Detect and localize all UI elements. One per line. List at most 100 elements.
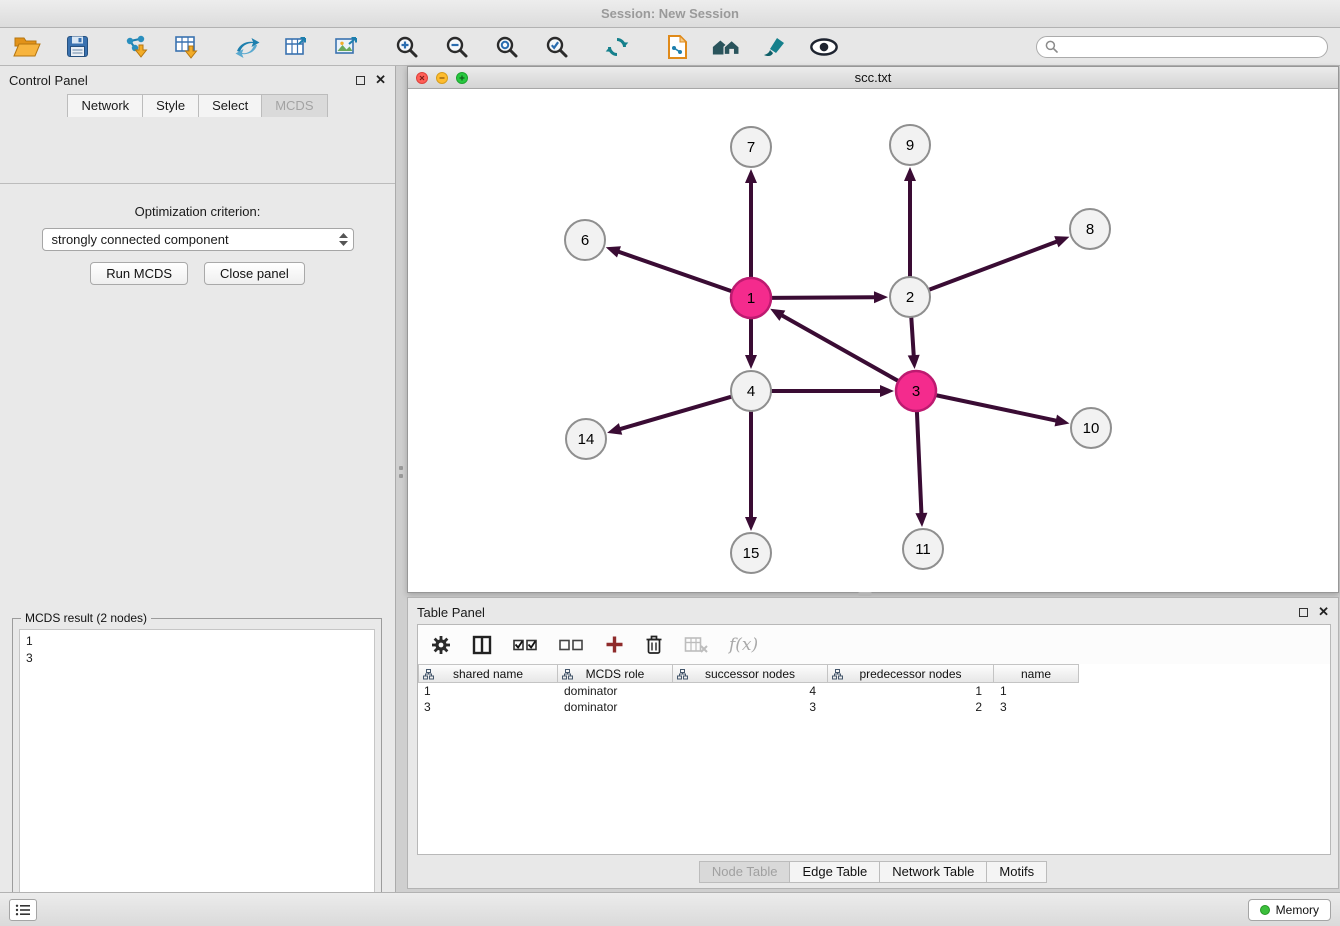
network-node-10[interactable]: 10 [1071,408,1111,448]
task-history-button[interactable] [9,899,37,921]
cell-name[interactable]: 3 [994,700,1079,714]
maximize-window-icon[interactable] [456,72,468,84]
table-panel-header: Table Panel ✕ [408,598,1338,626]
cell-successor-nodes[interactable]: 3 [673,700,828,714]
column-header-successor-nodes[interactable]: successor nodes [673,664,828,683]
open-file-button[interactable] [12,33,42,61]
zoom-out-button[interactable] [442,33,472,61]
function-builder-button[interactable]: f(x) [729,635,758,655]
optimization-criterion-select[interactable]: strongly connected component [42,228,354,251]
node-label: 11 [915,541,931,558]
tab-mcds[interactable]: MCDS [261,94,327,117]
zoom-fit-button[interactable] [492,33,522,61]
clone-network-button[interactable] [662,33,692,61]
zoom-selected-button[interactable] [542,33,572,61]
panel-splitter[interactable] [397,66,407,892]
table-row[interactable]: 1 dominator 4 1 1 [418,683,1330,699]
home-icon [711,35,741,59]
memory-button[interactable]: Memory [1248,899,1331,921]
network-node-6[interactable]: 6 [565,220,605,260]
cell-predecessor-nodes[interactable]: 1 [828,684,994,698]
style-button[interactable] [760,33,790,61]
table-row[interactable]: 3 dominator 3 2 3 [418,699,1330,715]
close-window-icon[interactable] [416,72,428,84]
network-view-window: scc.txt 7 9 6 8 1 2 4 3 14 10 15 11 [407,66,1339,593]
network-node-11[interactable]: 11 [903,529,943,569]
float-table-panel-icon[interactable] [1299,608,1308,617]
cell-mcds-role[interactable]: dominator [558,700,673,714]
network-node-7[interactable]: 7 [731,127,771,167]
import-network-button[interactable] [122,33,152,61]
cell-successor-nodes[interactable]: 4 [673,684,828,698]
show-columns-button[interactable] [472,635,492,655]
edge-arrowhead-icon [607,423,622,435]
network-edge-3-11[interactable] [917,411,922,513]
network-edge-4-14[interactable] [621,397,732,429]
close-panel-icon[interactable]: ✕ [375,75,386,85]
tab-edge-table[interactable]: Edge Table [789,861,879,883]
network-node-2[interactable]: 2 [890,277,930,317]
new-table-button[interactable] [282,33,312,61]
table-delete-icon [684,636,708,654]
network-edge-3-10[interactable] [936,395,1056,420]
network-node-9[interactable]: 9 [890,125,930,165]
import-network-icon [124,35,150,59]
cell-shared-name[interactable]: 3 [418,700,558,714]
network-node-14[interactable]: 14 [566,419,606,459]
table-settings-button[interactable] [431,635,451,655]
export-image-button[interactable] [332,33,362,61]
column-header-mcds-role[interactable]: MCDS role [558,664,673,683]
delete-column-button[interactable] [645,634,663,655]
network-edge-2-8[interactable] [929,242,1057,290]
network-node-3[interactable]: 3 [896,371,936,411]
network-node-1[interactable]: 1 [731,278,771,318]
tab-network-table[interactable]: Network Table [879,861,986,883]
search-icon [1045,40,1058,53]
network-edge-2-3[interactable] [911,317,913,355]
import-table-button[interactable] [172,33,202,61]
column-label: name [1021,667,1051,681]
mcds-panel-body: Optimization criterion: strongly connect… [0,183,395,892]
column-header-predecessor-nodes[interactable]: predecessor nodes [828,664,994,683]
refresh-button[interactable] [602,33,632,61]
cell-shared-name[interactable]: 1 [418,684,558,698]
network-edge-3-1[interactable] [782,316,898,382]
mcds-result-list[interactable]: 1 3 [19,629,375,926]
network-node-15[interactable]: 15 [731,533,771,573]
float-panel-icon[interactable] [356,76,365,85]
search-input[interactable] [1063,40,1319,54]
search-field[interactable] [1036,36,1328,58]
select-all-columns-button[interactable] [513,637,538,653]
tab-style[interactable]: Style [142,94,198,117]
network-window-titlebar[interactable]: scc.txt [408,67,1338,89]
create-column-button[interactable] [605,635,624,654]
cell-mcds-role[interactable]: dominator [558,684,673,698]
tab-network[interactable]: Network [67,94,142,117]
home-button[interactable] [711,33,741,61]
delete-table-button[interactable] [684,636,708,654]
close-panel-button[interactable]: Close panel [204,262,305,285]
unselect-all-columns-button[interactable] [559,637,584,653]
cell-predecessor-nodes[interactable]: 2 [828,700,994,714]
network-node-4[interactable]: 4 [731,371,771,411]
tab-motifs[interactable]: Motifs [986,861,1047,883]
close-table-panel-icon[interactable]: ✕ [1318,607,1329,617]
memory-status-icon [1260,905,1270,915]
minimize-window-icon[interactable] [436,72,448,84]
tab-select[interactable]: Select [198,94,261,117]
network-node-8[interactable]: 8 [1070,209,1110,249]
network-edge-1-2[interactable] [771,297,874,298]
column-header-name[interactable]: name [994,664,1079,683]
save-session-button[interactable] [62,33,92,61]
column-header-shared-name[interactable]: shared name [418,664,558,683]
run-mcds-button[interactable]: Run MCDS [90,262,188,285]
visibility-button[interactable] [809,33,839,61]
tab-node-table[interactable]: Node Table [699,861,790,883]
zoom-in-button[interactable] [392,33,422,61]
hierarchy-icon [423,669,434,680]
network-canvas[interactable]: 7 9 6 8 1 2 4 3 14 10 15 11 [408,89,1338,592]
new-network-button[interactable] [232,33,262,61]
horizontal-splitter-grip-icon[interactable] [858,592,872,596]
cell-name[interactable]: 1 [994,684,1079,698]
network-edge-1-6[interactable] [619,252,732,292]
